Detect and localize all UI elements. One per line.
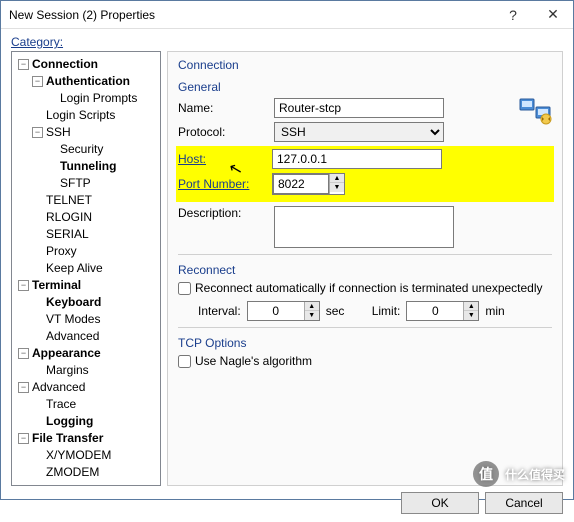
tree-logging[interactable]: Logging [14, 413, 158, 430]
tree-connection[interactable]: − Connection [14, 56, 158, 73]
dialog-body: Category: − Connection − Authentication … [1, 29, 573, 522]
host-input[interactable] [272, 149, 442, 169]
name-label: Name: [178, 101, 268, 115]
window-title: New Session (2) Properties [9, 8, 493, 22]
category-label: Category: [11, 35, 563, 49]
limit-label: Limit: [372, 304, 401, 318]
interval-spinner[interactable]: ▲ ▼ [247, 301, 320, 321]
close-button[interactable]: ✕ [533, 1, 573, 29]
protocol-select[interactable]: SSH [274, 122, 444, 142]
spin-up-icon[interactable]: ▲ [464, 302, 478, 311]
collapse-icon[interactable]: − [18, 280, 29, 291]
port-spinner[interactable]: ▲ ▼ [272, 173, 345, 195]
name-row: Name: [178, 98, 552, 118]
tree-login-scripts[interactable]: Login Scripts [14, 107, 158, 124]
tree-file-transfer[interactable]: − File Transfer [14, 430, 158, 447]
tree-ssh[interactable]: − SSH [14, 124, 158, 141]
reconnect-auto-row: Reconnect automatically if connection is… [178, 281, 552, 295]
tree-keyboard[interactable]: Keyboard [14, 294, 158, 311]
nagle-label: Use Nagle's algorithm [195, 354, 312, 368]
ok-button[interactable]: OK [401, 492, 479, 514]
tree-vt-modes[interactable]: VT Modes [14, 311, 158, 328]
collapse-icon[interactable]: − [18, 348, 29, 359]
spin-down-icon[interactable]: ▼ [330, 183, 344, 192]
name-input[interactable] [274, 98, 444, 118]
tree-proxy[interactable]: Proxy [14, 243, 158, 260]
tree-tunneling[interactable]: Tunneling [14, 158, 158, 175]
tree-sftp[interactable]: SFTP [14, 175, 158, 192]
reconnect-auto-label: Reconnect automatically if connection is… [195, 281, 543, 295]
panel-title: Connection [178, 58, 552, 72]
main-row: − Connection − Authentication Login Prom… [11, 51, 563, 486]
tree-security[interactable]: Security [14, 141, 158, 158]
collapse-icon[interactable]: − [32, 127, 43, 138]
spin-down-icon[interactable]: ▼ [464, 311, 478, 320]
titlebar: New Session (2) Properties ? ✕ [1, 1, 573, 29]
tree-advanced[interactable]: − Advanced [14, 379, 158, 396]
tree-advanced-term[interactable]: Advanced [14, 328, 158, 345]
dialog-buttons: OK Cancel [11, 486, 563, 514]
spin-down-icon[interactable]: ▼ [305, 311, 319, 320]
reconnect-group-label: Reconnect [178, 263, 552, 277]
tree-rlogin[interactable]: RLOGIN [14, 209, 158, 226]
interval-label: Interval: [198, 304, 241, 318]
tree-keep-alive[interactable]: Keep Alive [14, 260, 158, 277]
min-label: min [485, 304, 525, 318]
spin-up-icon[interactable]: ▲ [330, 174, 344, 183]
settings-panel: Connection General Name: Protocol: SSH H… [167, 51, 563, 486]
description-row: Description: [178, 206, 552, 248]
sec-label: sec [326, 304, 366, 318]
reconnect-params-row: Interval: ▲ ▼ sec Limit: ▲ [178, 301, 552, 321]
collapse-icon[interactable]: − [18, 433, 29, 444]
collapse-icon[interactable]: − [18, 382, 29, 393]
host-label: Host: [176, 152, 266, 166]
tree-zmodem[interactable]: ZMODEM [14, 464, 158, 481]
protocol-row: Protocol: SSH [178, 122, 552, 142]
description-input[interactable] [274, 206, 454, 248]
category-tree[interactable]: − Connection − Authentication Login Prom… [11, 51, 161, 486]
tree-terminal[interactable]: − Terminal [14, 277, 158, 294]
nagle-checkbox[interactable] [178, 355, 191, 368]
port-input[interactable] [273, 174, 329, 194]
tree-serial[interactable]: SERIAL [14, 226, 158, 243]
tree-xymodem[interactable]: X/YMODEM [14, 447, 158, 464]
help-button[interactable]: ? [493, 1, 533, 29]
collapse-icon[interactable]: − [32, 76, 43, 87]
limit-input[interactable] [407, 302, 463, 320]
nagle-row: Use Nagle's algorithm [178, 354, 552, 368]
limit-spinner[interactable]: ▲ ▼ [406, 301, 479, 321]
reconnect-auto-checkbox[interactable] [178, 282, 191, 295]
description-label: Description: [178, 206, 268, 220]
tree-margins[interactable]: Margins [14, 362, 158, 379]
tcp-options-label: TCP Options [178, 336, 552, 350]
dialog-window: New Session (2) Properties ? ✕ Category:… [0, 0, 574, 500]
tree-appearance[interactable]: − Appearance [14, 345, 158, 362]
divider [178, 327, 552, 328]
port-label: Port Number: [176, 177, 266, 191]
divider [178, 254, 552, 255]
spin-up-icon[interactable]: ▲ [305, 302, 319, 311]
general-group-label: General [178, 80, 552, 94]
connection-icon [519, 95, 553, 125]
cancel-button[interactable]: Cancel [485, 492, 563, 514]
tree-trace[interactable]: Trace [14, 396, 158, 413]
highlighted-region: Host: Port Number: ▲ ▼ [176, 146, 554, 202]
host-row: Host: [176, 149, 554, 169]
port-row: Port Number: ▲ ▼ [176, 173, 554, 195]
interval-input[interactable] [248, 302, 304, 320]
collapse-icon[interactable]: − [18, 59, 29, 70]
tree-login-prompts[interactable]: Login Prompts [14, 90, 158, 107]
tree-telnet[interactable]: TELNET [14, 192, 158, 209]
protocol-label: Protocol: [178, 125, 268, 139]
tree-authentication[interactable]: − Authentication [14, 73, 158, 90]
